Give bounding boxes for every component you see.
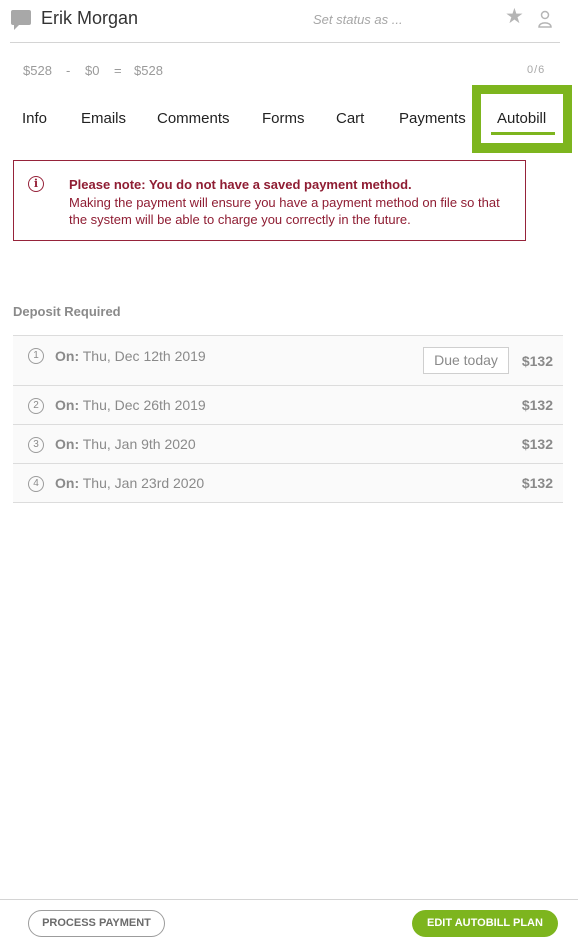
row-number: 4: [28, 476, 44, 492]
item-count: 0/6: [527, 64, 546, 76]
row-date-text: On: Thu, Jan 23rd 2020: [55, 475, 204, 491]
row-date: Thu, Jan 23rd 2020: [82, 475, 205, 491]
footer-divider: [0, 899, 578, 900]
active-tab-underline: [491, 132, 555, 135]
star-icon[interactable]: ★: [505, 6, 524, 27]
header-divider: [10, 42, 560, 43]
row-amount: $132: [521, 475, 553, 491]
tab-info[interactable]: Info: [22, 110, 47, 127]
edit-autobill-plan-button[interactable]: EDIT AUTOBILL PLAN: [412, 910, 558, 937]
on-label: On:: [55, 348, 80, 364]
contact-name: Erik Morgan: [41, 8, 139, 28]
row-number: 3: [28, 437, 44, 453]
tab-cart[interactable]: Cart: [336, 110, 364, 127]
deposit-row: 4 On: Thu, Jan 23rd 2020 $132: [13, 463, 563, 503]
deposit-title: Deposit Required: [13, 304, 121, 319]
tab-forms[interactable]: Forms: [262, 110, 305, 127]
row-date: Thu, Dec 12th 2019: [82, 348, 206, 364]
info-icon: i: [28, 176, 44, 192]
alert-title: Please note: You do not have a saved pay…: [69, 177, 412, 192]
on-label: On:: [55, 436, 80, 452]
balance-equals: =: [114, 63, 122, 78]
row-date: Thu, Dec 26th 2019: [82, 397, 206, 413]
row-amount: $132: [521, 397, 553, 413]
tab-autobill-label[interactable]: Autobill: [497, 110, 546, 127]
row-number: 1: [28, 348, 44, 364]
deposit-row: 3 On: Thu, Jan 9th 2020 $132: [13, 424, 563, 463]
row-amount: $132: [521, 353, 553, 369]
deposit-row: 1 On: Thu, Dec 12th 2019 Due today $132: [13, 335, 563, 385]
deposit-row: 2 On: Thu, Dec 26th 2019 $132: [13, 385, 563, 424]
tab-comments[interactable]: Comments: [157, 110, 230, 127]
person-icon[interactable]: [538, 10, 552, 28]
row-date-text: On: Thu, Dec 12th 2019: [55, 348, 206, 364]
tab-payments[interactable]: Payments: [399, 110, 466, 127]
chat-icon[interactable]: [11, 10, 31, 30]
row-date: Thu, Jan 9th 2020: [82, 436, 196, 452]
on-label: On:: [55, 475, 80, 491]
tab-emails[interactable]: Emails: [81, 110, 126, 127]
alert-body: Making the payment will ensure you have …: [69, 195, 500, 227]
status-input[interactable]: Set status as ...: [313, 12, 403, 27]
balance-due: $528: [134, 63, 163, 78]
due-today-badge: Due today: [423, 347, 509, 374]
balance-total: $528: [23, 63, 52, 78]
balance-minus: -: [66, 63, 71, 78]
row-date-text: On: Thu, Dec 26th 2019: [55, 397, 206, 413]
row-number: 2: [28, 398, 44, 414]
process-payment-button[interactable]: PROCESS PAYMENT: [28, 910, 165, 937]
balance-paid: $0: [85, 63, 100, 78]
on-label: On:: [55, 397, 80, 413]
row-amount: $132: [521, 436, 553, 452]
row-date-text: On: Thu, Jan 9th 2020: [55, 436, 196, 452]
